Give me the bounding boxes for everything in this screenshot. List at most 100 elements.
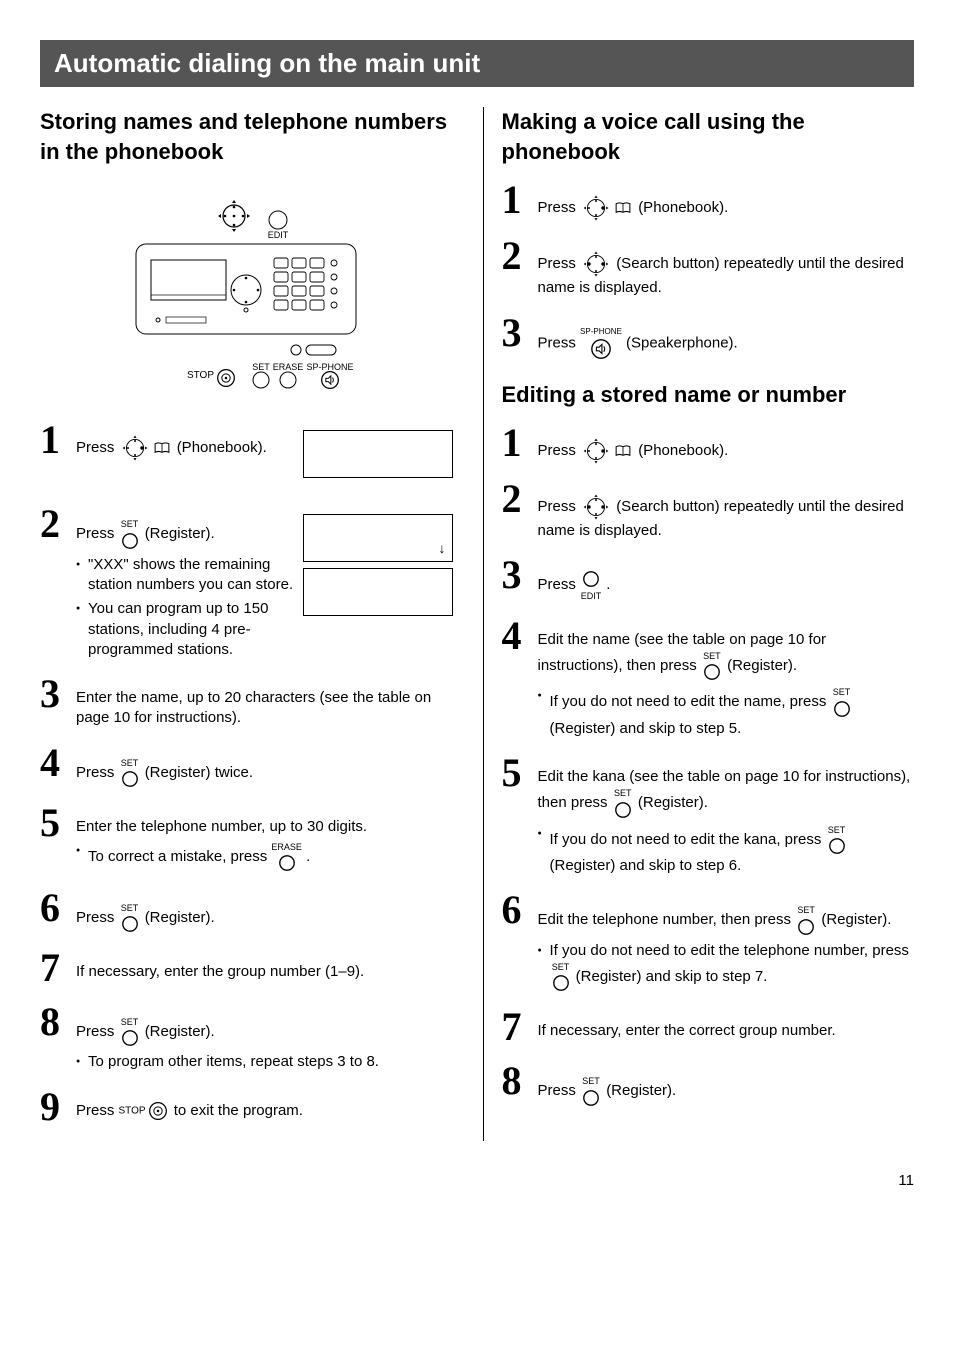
left-s5-text: Enter the telephone number, up to 30 dig… bbox=[76, 817, 453, 837]
left-s2-note2: You can program up to 150 stations, incl… bbox=[76, 599, 453, 660]
left-step-2-num: 2 bbox=[40, 504, 72, 544]
left-column: Storing names and telephone numbers in t… bbox=[40, 107, 453, 1141]
navpad-lr-icon-ra2 bbox=[582, 250, 610, 278]
left-s2-press: Press bbox=[76, 526, 114, 543]
svg-text:STOP: STOP bbox=[187, 370, 214, 381]
left-s1-after: (Phonebook). bbox=[177, 439, 267, 456]
rb-s4-note-b: (Register) and skip to step 5. bbox=[550, 720, 742, 737]
svg-text:SET: SET bbox=[252, 362, 270, 372]
left-step-5-num: 5 bbox=[40, 803, 72, 843]
ra-step-3-num: 3 bbox=[502, 313, 534, 353]
set-label-4: SET bbox=[119, 757, 141, 769]
set-label-rb5n: SET bbox=[826, 824, 848, 836]
rb-s6-note-b: (Register) and skip to step 7. bbox=[576, 968, 768, 985]
rb-s3-after: . bbox=[606, 577, 610, 594]
left-s2-after: (Register). bbox=[145, 526, 215, 543]
ra-step-2-num: 2 bbox=[502, 236, 534, 276]
rb-s5-b: (Register). bbox=[638, 795, 708, 812]
left-step-6-num: 6 bbox=[40, 888, 72, 928]
rb-s8-after: (Register). bbox=[606, 1083, 676, 1100]
left-s5-note1b: . bbox=[306, 848, 310, 865]
set-button-icon bbox=[121, 532, 139, 550]
page-banner: Automatic dialing on the main unit bbox=[40, 40, 914, 87]
set-button-icon-8 bbox=[121, 1029, 139, 1047]
ra-s3-after: (Speakerphone). bbox=[626, 334, 738, 351]
rb-step-6-num: 6 bbox=[502, 890, 534, 930]
left-s8-after: (Register). bbox=[145, 1023, 215, 1040]
set-label-rb6n: SET bbox=[550, 961, 572, 973]
left-s6-after: (Register). bbox=[145, 909, 215, 926]
rb-s8-press: Press bbox=[538, 1083, 576, 1100]
set-label-rb8: SET bbox=[580, 1075, 602, 1087]
device-illustration: EDIT ST bbox=[106, 180, 386, 400]
left-s9-b: to exit the program. bbox=[174, 1102, 303, 1119]
set-button-icon-rb4 bbox=[703, 663, 721, 681]
left-s6-press: Press bbox=[76, 909, 114, 926]
rb-s5-note-b: (Register) and skip to step 6. bbox=[550, 857, 742, 874]
rightA-heading: Making a voice call using the phonebook bbox=[502, 107, 915, 166]
ra-s1-after: (Phonebook). bbox=[638, 199, 728, 216]
navpad-right-icon-ra1 bbox=[582, 194, 610, 222]
rb-s6-note-a: If you do not need to edit the telephone… bbox=[550, 942, 909, 959]
erase-button-icon bbox=[278, 854, 296, 872]
rb-s5-note-a: If you do not need to edit the kana, pre… bbox=[550, 831, 826, 848]
left-s7-text: If necessary, enter the group number (1–… bbox=[76, 962, 453, 982]
navpad-right-icon-rb1 bbox=[582, 437, 610, 465]
rb-s5-a: Edit the kana (see the table on page 10 … bbox=[538, 768, 911, 811]
left-step-1-num: 1 bbox=[40, 420, 72, 460]
rb-s6-a: Edit the telephone number, then press bbox=[538, 912, 796, 929]
rb-step-1-num: 1 bbox=[502, 423, 534, 463]
spphone-label: SP-PHONE bbox=[580, 327, 622, 338]
phonebook-icon-ra1 bbox=[614, 202, 632, 214]
left-s1-press: Press bbox=[76, 439, 114, 456]
set-label-rb6: SET bbox=[795, 904, 817, 916]
left-s4-after: (Register) twice. bbox=[145, 764, 253, 781]
left-heading: Storing names and telephone numbers in t… bbox=[40, 107, 453, 166]
rb-s1-after: (Phonebook). bbox=[638, 442, 728, 459]
svg-text:SP-PHONE: SP-PHONE bbox=[307, 362, 354, 372]
left-step-3-num: 3 bbox=[40, 674, 72, 714]
rightB-heading: Editing a stored name or number bbox=[502, 380, 915, 410]
edit-label: EDIT bbox=[268, 230, 289, 240]
set-label-8: SET bbox=[119, 1016, 141, 1028]
rb-s4-note-a: If you do not need to edit the name, pre… bbox=[550, 694, 831, 711]
left-s2-note1: "XXX" shows the remaining station number… bbox=[76, 555, 453, 596]
set-button-icon-4 bbox=[121, 770, 139, 788]
svg-text:ERASE: ERASE bbox=[273, 362, 304, 372]
ra-s2-press: Press bbox=[538, 255, 576, 272]
phonebook-icon-rb1 bbox=[614, 445, 632, 457]
ra-step-1-num: 1 bbox=[502, 180, 534, 220]
rb-step-2-num: 2 bbox=[502, 479, 534, 519]
set-label-rb5: SET bbox=[612, 787, 634, 799]
left-s9-a: Press bbox=[76, 1102, 119, 1119]
left-s4-press: Press bbox=[76, 764, 114, 781]
left-s8-note1: To program other items, repeat steps 3 t… bbox=[76, 1052, 453, 1072]
set-button-icon-rb6 bbox=[797, 918, 815, 936]
phonebook-icon bbox=[153, 442, 171, 454]
left-step-9-num: 9 bbox=[40, 1087, 72, 1127]
set-button-icon-rb8 bbox=[582, 1089, 600, 1107]
ra-s3-press: Press bbox=[538, 334, 576, 351]
edit-button-icon bbox=[582, 570, 600, 588]
set-label: SET bbox=[119, 518, 141, 530]
set-label-6: SET bbox=[119, 902, 141, 914]
left-s3-text: Enter the name, up to 20 characters (see… bbox=[76, 688, 453, 729]
rb-step-4-num: 4 bbox=[502, 616, 534, 656]
rb-s7-text: If necessary, enter the correct group nu… bbox=[538, 1021, 915, 1041]
set-button-icon-rb4n bbox=[833, 700, 851, 718]
ra-s1-press: Press bbox=[538, 199, 576, 216]
left-step-7-num: 7 bbox=[40, 948, 72, 988]
rb-step-3-num: 3 bbox=[502, 555, 534, 595]
set-label-rb4n: SET bbox=[831, 686, 853, 698]
set-button-icon-rb5n bbox=[828, 837, 846, 855]
rb-s1-press: Press bbox=[538, 442, 576, 459]
stop-label: STOP bbox=[119, 1105, 146, 1116]
rb-s3-press: Press bbox=[538, 577, 576, 594]
navpad-lr-icon-rb2 bbox=[582, 493, 610, 521]
rb-s2-press: Press bbox=[538, 498, 576, 515]
set-label-rb4: SET bbox=[701, 650, 723, 662]
speakerphone-button-icon bbox=[590, 338, 612, 360]
set-button-icon-rb6n bbox=[552, 974, 570, 992]
set-button-icon-6 bbox=[121, 915, 139, 933]
left-s8-press: Press bbox=[76, 1023, 114, 1040]
